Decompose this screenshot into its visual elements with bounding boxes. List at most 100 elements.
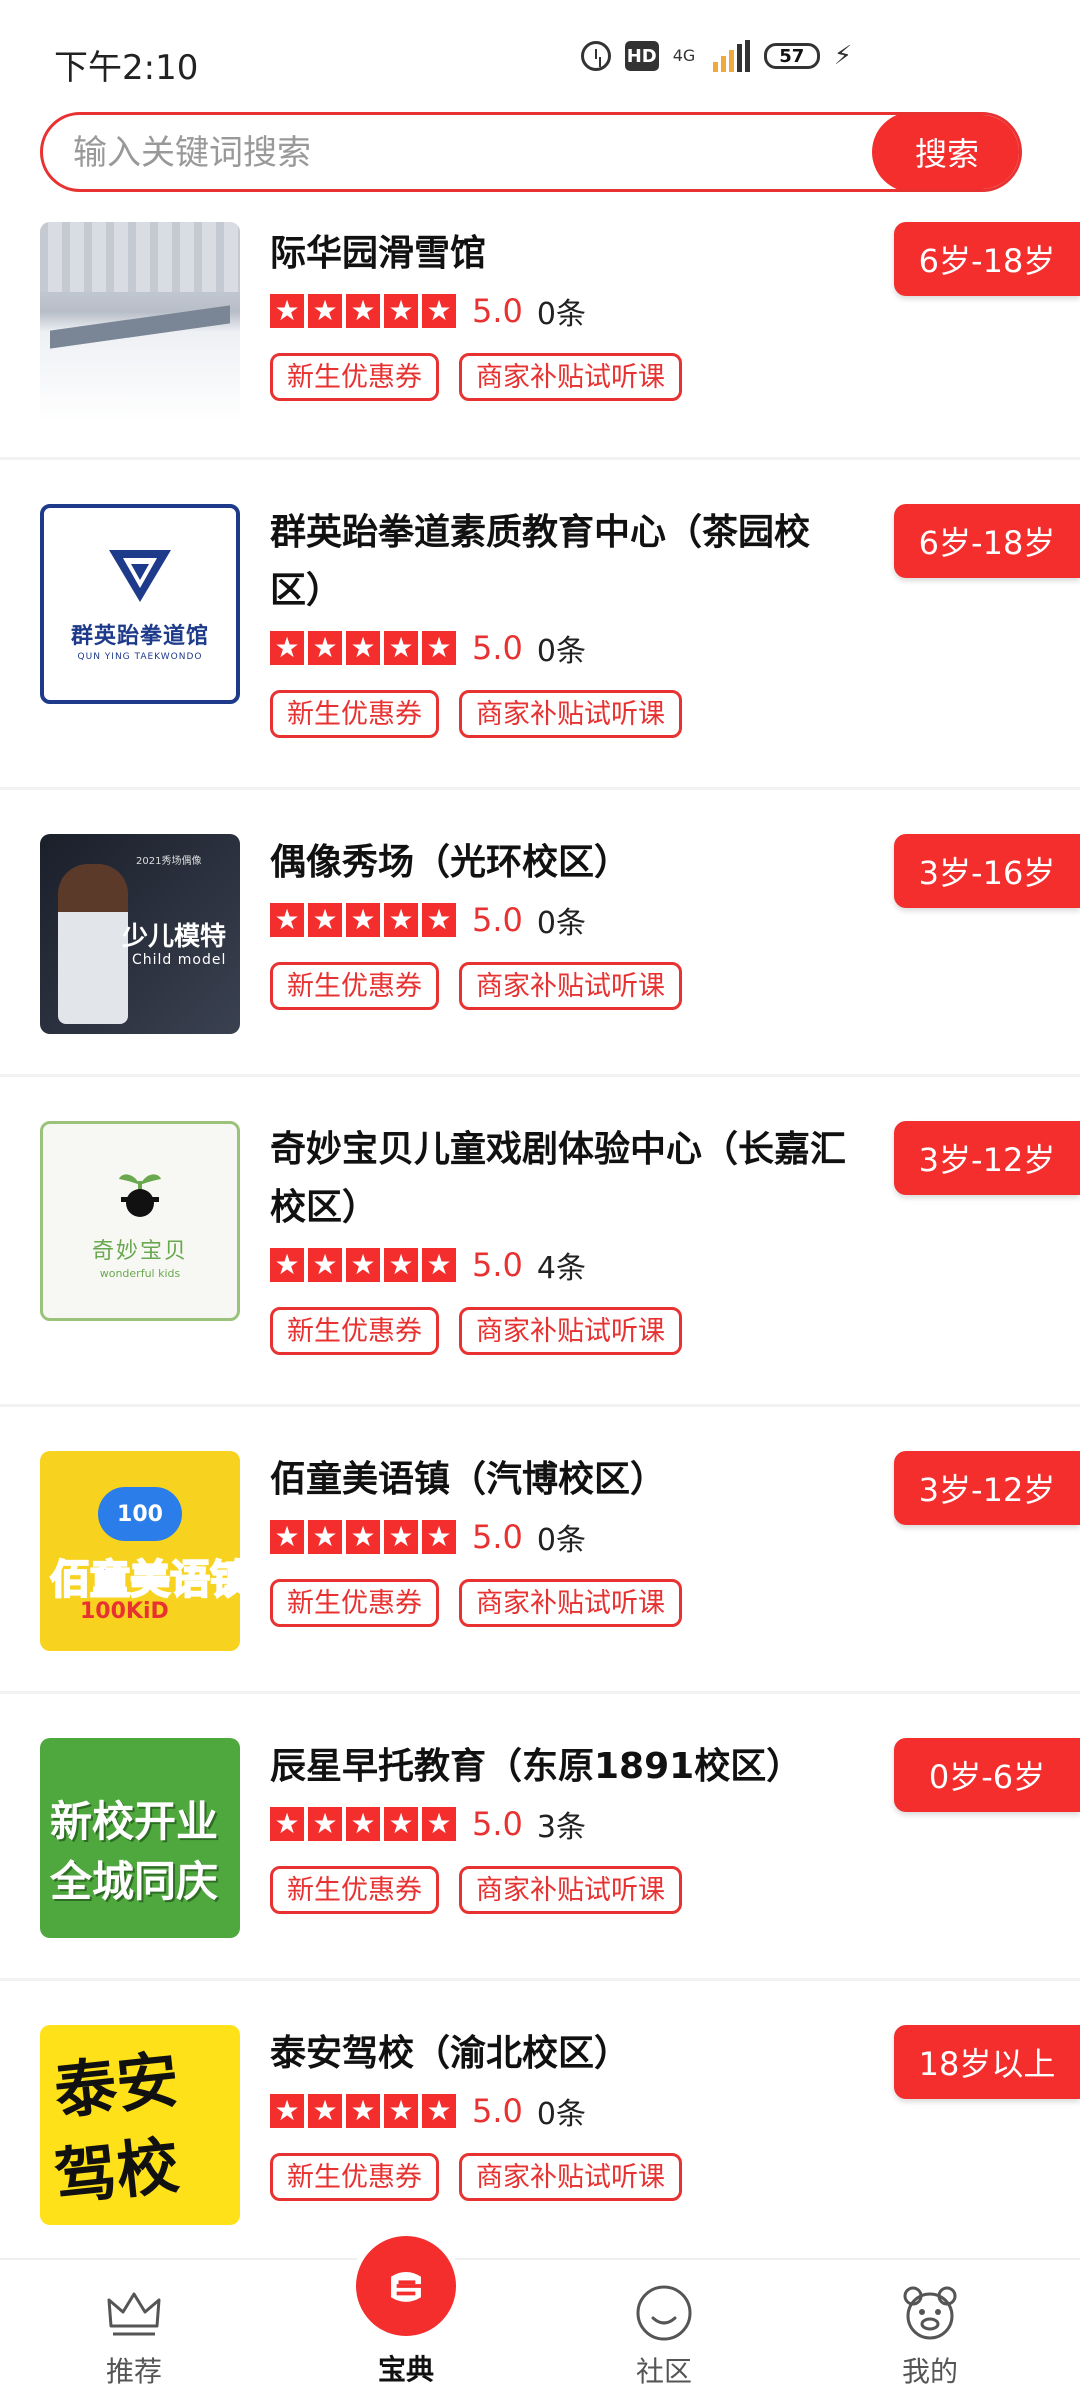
age-badge: 3岁-12岁 [894, 1451, 1080, 1525]
nav-label: 我的 [901, 2355, 958, 2388]
thumb-badge: 100 [98, 1487, 182, 1541]
smile-icon [636, 2285, 692, 2341]
bottom-nav: 推荐 宝典 社区 我的 [0, 2230, 1080, 2400]
trial-class-tag[interactable]: 商家补贴试听课 [459, 1307, 682, 1355]
list-item[interactable]: 100 佰童美语镇 100KiD 佰童美语镇（汽博校区） ★ ★ ★ ★ ★ 5.0 0… [0, 1407, 1080, 1694]
trial-class-tag[interactable]: 商家补贴试听课 [459, 1579, 682, 1627]
star-icon: ★ [422, 631, 456, 665]
thumbnail-taian-driving: 泰安 驾校 [40, 2025, 240, 2225]
star-icon: ★ [270, 1807, 304, 1841]
rating: ★ ★ ★ ★ ★ 5.0 0条 [270, 291, 860, 332]
trial-class-tag[interactable]: 商家补贴试听课 [459, 2153, 682, 2201]
rating: ★ ★ ★ ★ ★ 5.0 0条 [270, 1517, 860, 1558]
trial-class-tag[interactable]: 商家补贴试听课 [459, 690, 682, 738]
hd-icon: HD [624, 41, 659, 71]
star-icon: ★ [308, 1248, 342, 1282]
coupon-tag[interactable]: 新生优惠券 [270, 690, 439, 738]
star-icon: ★ [384, 294, 418, 328]
crown-icon [107, 2292, 161, 2336]
nav-mine[interactable]: 我的 [830, 2260, 1030, 2390]
age-badge: 18岁以上 [894, 2025, 1080, 2099]
star-icon: ★ [270, 1520, 304, 1554]
list-item[interactable]: 泰安 驾校 泰安驾校（渝北校区） ★ ★ ★ ★ ★ 5.0 0条 新生优惠券 商家补贴… [0, 1981, 1080, 2268]
thumb-top-text: 2021秀场偶像 [136, 856, 202, 867]
nav-recommend[interactable]: 推荐 [34, 2260, 234, 2390]
thumb-text: 奇妙宝贝 [91, 1238, 188, 1264]
rating-score: 5.0 [472, 1805, 523, 1843]
rating: ★ ★ ★ ★ ★ 5.0 0条 [270, 628, 860, 669]
star-icon: ★ [384, 2094, 418, 2128]
star-icon: ★ [384, 1248, 418, 1282]
item-name: 佰童美语镇（汽博校区） [270, 1459, 667, 1500]
network-type: 4G [672, 46, 696, 65]
thumb-line1: 新校开业 [50, 1797, 219, 1846]
star-icon: ★ [422, 903, 456, 937]
thumbnail-100kid: 100 佰童美语镇 100KiD [40, 1451, 240, 1651]
charging-icon: ⚡ [833, 41, 852, 71]
nav-guide[interactable]: 宝典 [306, 2230, 506, 2388]
coupon-tag[interactable]: 新生优惠券 [270, 962, 439, 1010]
star-icon: ★ [422, 294, 456, 328]
coupon-tag[interactable]: 新生优惠券 [270, 1307, 439, 1355]
trial-class-tag[interactable]: 商家补贴试听课 [459, 353, 682, 401]
thumbnail-ski-hall [40, 222, 240, 422]
star-icon: ★ [384, 631, 418, 665]
star-icon: ★ [346, 294, 380, 328]
star-icon: ★ [346, 1520, 380, 1554]
rating-score: 5.0 [472, 2092, 523, 2130]
coupon-tag[interactable]: 新生优惠券 [270, 1866, 439, 1914]
search-bar: 搜索 [40, 112, 1022, 192]
thumb-line2: 全城同庆 [50, 1857, 219, 1906]
review-count: 0条 [536, 1523, 586, 1558]
book-icon [350, 2230, 462, 2342]
thumbnail-chenxing: 新校开业 全城同庆 [40, 1738, 240, 1938]
star-icon: ★ [308, 631, 342, 665]
status-icons: HD 4G 57 ⚡ [580, 40, 852, 72]
star-icon: ★ [270, 903, 304, 937]
search-input[interactable] [71, 115, 895, 189]
star-icon: ★ [346, 1807, 380, 1841]
nav-label: 宝典 [377, 2353, 434, 2386]
institution-list: 际华园滑雪馆 ★ ★ ★ ★ ★ 5.0 0条 新生优惠券 商家补贴试听课 6岁-18岁… [0, 205, 1080, 2268]
trial-class-tag[interactable]: 商家补贴试听课 [459, 962, 682, 1010]
star-icon: ★ [422, 1248, 456, 1282]
list-item[interactable]: 新校开业 全城同庆 辰星早托教育（东原1891校区） ★ ★ ★ ★ ★ 5.0 3条 … [0, 1694, 1080, 1981]
review-count: 0条 [536, 634, 586, 669]
star-icon: ★ [422, 1520, 456, 1554]
nav-community[interactable]: 社区 [564, 2260, 764, 2390]
star-icon: ★ [308, 903, 342, 937]
thumb-text: 佰童美语镇 [49, 1556, 240, 1604]
coupon-tag[interactable]: 新生优惠券 [270, 1579, 439, 1627]
search-button[interactable]: 搜索 [872, 115, 1019, 189]
list-item[interactable]: 2021秀场偶像 少儿模特 Child model 偶像秀场（光环校区） ★ ★ ★… [0, 790, 1080, 1077]
thumb-subtext: Child model [132, 952, 227, 968]
thumb-text: 群英跆拳道馆 [70, 624, 209, 649]
rating: ★ ★ ★ ★ ★ 5.0 4条 [270, 1245, 860, 1286]
coupon-tag[interactable]: 新生优惠券 [270, 2153, 439, 2201]
star-icon: ★ [346, 2094, 380, 2128]
trial-class-tag[interactable]: 商家补贴试听课 [459, 1866, 682, 1914]
thumb-title: 少儿模特 [122, 922, 227, 952]
star-icon: ★ [384, 1520, 418, 1554]
star-icon: ★ [346, 631, 380, 665]
list-item[interactable]: 奇妙宝贝 wonderful kids 奇妙宝贝儿童戏剧体验中心（长嘉汇校区） … [0, 1077, 1080, 1407]
signal-icon [712, 40, 750, 72]
thumbnail-child-model: 2021秀场偶像 少儿模特 Child model [40, 834, 240, 1034]
list-item[interactable]: 群英跆拳道馆 QUN YING TAEKWONDO 群英跆拳道素质教育中心（茶园… [0, 460, 1080, 790]
star-icon: ★ [422, 2094, 456, 2128]
star-icon: ★ [308, 1807, 342, 1841]
star-icon: ★ [346, 903, 380, 937]
item-name: 群英跆拳道素质教育中心（茶园校区） [270, 512, 811, 611]
star-icon: ★ [308, 2094, 342, 2128]
review-count: 3条 [536, 1810, 586, 1845]
item-name: 际华园滑雪馆 [270, 233, 487, 274]
bear-icon [903, 2286, 957, 2340]
age-badge: 3岁-12岁 [894, 1121, 1080, 1195]
star-icon: ★ [422, 1807, 456, 1841]
list-item[interactable]: 际华园滑雪馆 ★ ★ ★ ★ ★ 5.0 0条 新生优惠券 商家补贴试听课 6岁-18岁 [0, 205, 1080, 460]
review-count: 4条 [536, 1251, 586, 1286]
sprout-icon [113, 1163, 167, 1223]
star-icon: ★ [384, 1807, 418, 1841]
battery-level: 57 [779, 45, 805, 67]
coupon-tag[interactable]: 新生优惠券 [270, 353, 439, 401]
